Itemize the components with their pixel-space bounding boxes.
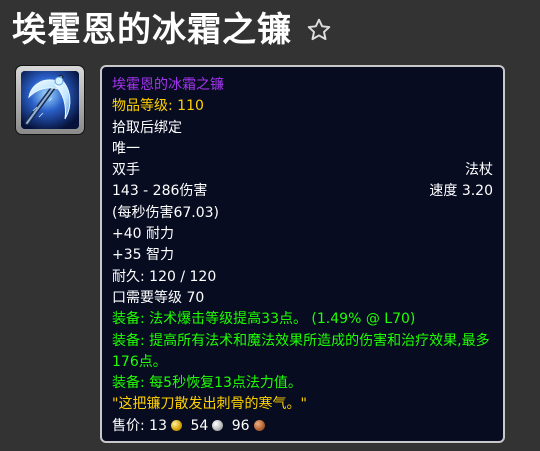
page-title: 埃霍恩的冰霜之镰 (12, 10, 292, 50)
binding-text: 拾取后绑定 (112, 119, 182, 136)
dps-text: (每秒伤害67.03) (112, 204, 220, 221)
speed-text: 速度 3.20 (429, 183, 493, 200)
item-tooltip: 埃霍恩的冰霜之镰 物品等级: 110 拾取后绑定 唯一 双手 法杖 143 - … (100, 65, 505, 443)
weapon-type-text: 法杖 (465, 162, 493, 179)
title-row: 埃霍恩的冰霜之镰 (12, 8, 334, 52)
slot-text: 双手 (112, 162, 140, 179)
frost-scythe-icon (21, 71, 79, 129)
copper-coin-icon (253, 419, 265, 431)
item-level-label: 物品等级: (112, 98, 173, 115)
sell-copper-amount: 96 (231, 417, 250, 434)
durability-text: 耐久: 120 / 120 (112, 268, 217, 285)
equip-effect-spell-damage[interactable]: 装备: 提高所有法术和魔法效果所造成的伤害和治疗效果,最多176点。 (112, 331, 493, 374)
stat-intellect: +35 智力 (112, 247, 174, 264)
sell-price: 售价: 13 54 96 (112, 416, 493, 437)
silver-coin-icon (212, 419, 224, 431)
sell-price-label: 售价: (112, 417, 145, 434)
required-level-text: 口需要等级 70 (112, 289, 205, 306)
sell-silver-amount: 54 (190, 417, 209, 434)
equip-effect-crit[interactable]: 装备: 法术爆击等级提高33点。 (1.49% @ L70) (112, 309, 493, 330)
damage-text: 143 - 286伤害 (112, 183, 208, 200)
star-outline-icon[interactable] (304, 15, 334, 45)
slot-row: 双手 法杖 (112, 160, 493, 181)
item-icon-frame[interactable] (16, 66, 84, 134)
item-level-value: 110 (177, 98, 204, 115)
flavor-text: "这把镰刀散发出刺骨的寒气。" (112, 396, 307, 413)
item-name: 埃霍恩的冰霜之镰 (112, 77, 224, 93)
damage-row: 143 - 286伤害 速度 3.20 (112, 181, 493, 202)
equip-effect-mana-regen[interactable]: 装备: 每5秒恢复13点法力值。 (112, 373, 493, 394)
stat-stamina: +40 耐力 (112, 226, 174, 243)
sell-gold-amount: 13 (149, 417, 167, 434)
uniqueness-text: 唯一 (112, 140, 140, 157)
item-level: 物品等级: 110 (112, 96, 493, 117)
gold-coin-icon (171, 419, 182, 431)
